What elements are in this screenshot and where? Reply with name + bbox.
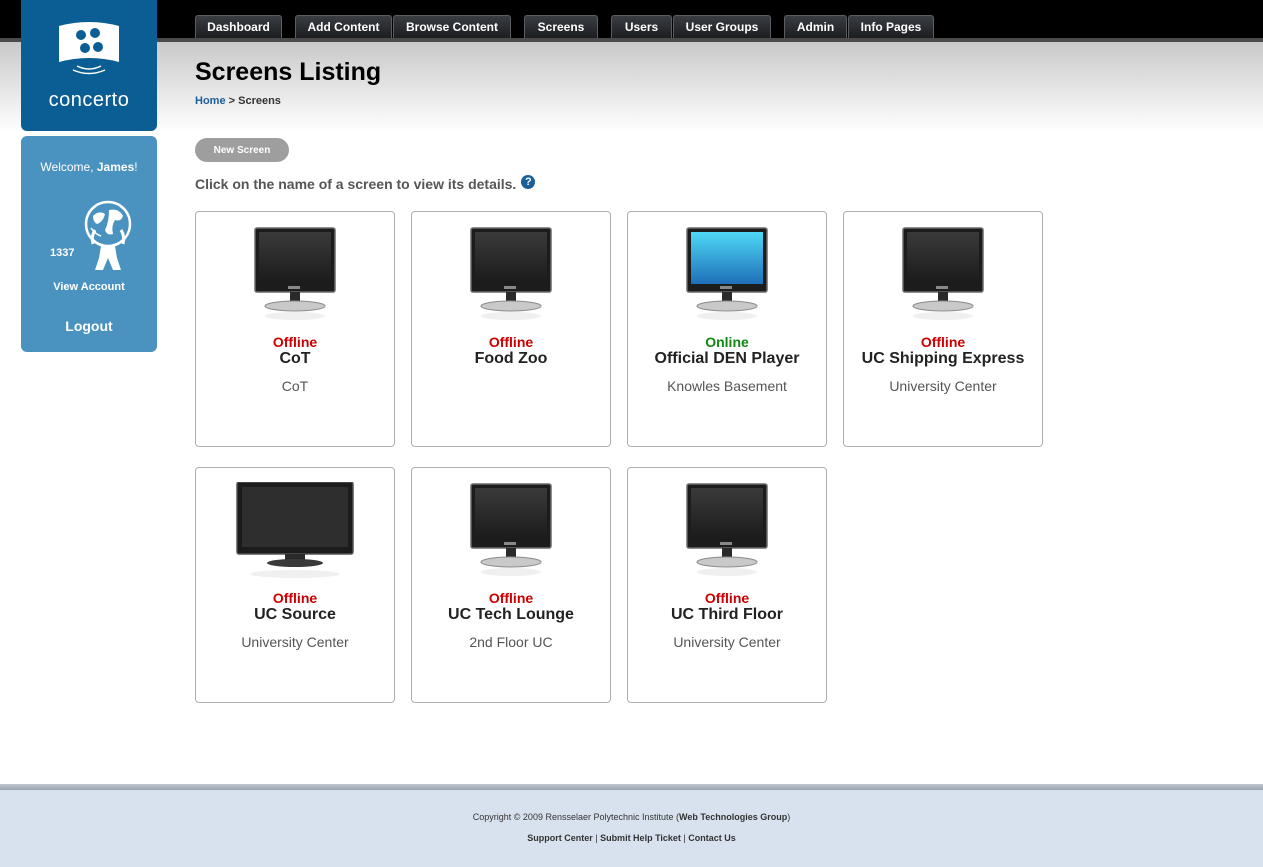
screen-card[interactable]: Offline UC Source University Center [195,467,395,703]
account-panel: Welcome, James! 1337 View Account Logout [21,136,157,352]
logo-text: concerto [48,89,130,111]
support-center-link[interactable]: Support Center [527,833,593,843]
tab-user-groups[interactable]: User Groups [673,15,771,38]
logout-link[interactable]: Logout [21,318,157,334]
copyright-suffix: ) [787,812,791,822]
new-screen-button[interactable]: New Screen [195,138,289,162]
screen-name[interactable]: UC Tech Lounge [412,606,610,624]
footer: Copyright © 2009 Rensselaer Polytechnic … [0,790,1263,867]
screen-name[interactable]: UC Shipping Express [844,350,1042,368]
screen-name[interactable]: CoT [196,350,394,368]
screen-location: Knowles Basement [667,378,787,394]
screen-card[interactable]: Offline UC Shipping Express University C… [843,211,1043,447]
atlas-globe-icon [81,200,135,279]
footer-separator: | [592,833,601,843]
screen-name[interactable]: Official DEN Player [628,350,826,368]
screen-status: Offline [272,590,318,606]
lcd-monitor-icon [628,482,826,582]
welcome-prefix: Welcome, [40,160,97,174]
view-account-link[interactable]: View Account [21,281,157,293]
contact-us-link[interactable]: Contact Us [688,833,736,843]
instructions-text: Click on the name of a screen to view it… [195,176,517,192]
copyright-prefix: Copyright © 2009 Rensselaer Polytechnic … [472,812,680,822]
widescreen-monitor-icon [196,482,394,582]
screen-status: Offline [272,334,318,350]
copyright: Copyright © 2009 Rensselaer Polytechnic … [0,812,1263,822]
welcome-message: Welcome, James! [21,160,157,174]
concerto-logo-icon [55,20,123,81]
breadcrumb: Home > Screens [195,95,281,107]
logo[interactable]: concerto [21,0,157,131]
breadcrumb-current: Screens [238,95,281,107]
tab-admin[interactable]: Admin [784,15,847,38]
screen-status: Offline [488,334,534,350]
help-icon[interactable]: ? [521,175,536,189]
screen-status: Offline [920,334,966,350]
screen-location: University Center [673,634,781,650]
tab-browse-content[interactable]: Browse Content [393,15,511,38]
tab-screens[interactable]: Screens [524,15,598,38]
instructions: Click on the name of a screen to view it… [195,175,536,192]
screen-name[interactable]: UC Source [196,606,394,624]
lcd-monitor-icon [628,226,826,326]
screen-location: University Center [241,634,349,650]
user-name: James [96,160,135,174]
screen-status: Offline [704,590,750,606]
tab-add-content[interactable]: Add Content [295,15,392,38]
screen-card[interactable]: Offline Food Zoo [411,211,611,447]
lcd-monitor-icon [844,226,1042,326]
screen-status: Offline [488,590,534,606]
screen-card[interactable]: Offline UC Tech Lounge 2nd Floor UC [411,467,611,703]
screen-location: 2nd Floor UC [469,634,553,650]
submit-help-ticket-link[interactable]: Submit Help Ticket [600,833,681,843]
screen-card[interactable]: Offline CoT CoT [195,211,395,447]
screen-location: CoT [281,378,309,394]
breadcrumb-separator: > [225,95,239,107]
tab-dashboard[interactable]: Dashboard [195,15,282,38]
screen-name[interactable]: Food Zoo [412,350,610,368]
lcd-monitor-icon [196,226,394,326]
tab-users[interactable]: Users [611,15,672,38]
lcd-monitor-icon [412,482,610,582]
screen-card[interactable]: Online Official DEN Player Knowles Basem… [627,211,827,447]
screen-status: Online [705,334,749,350]
screen-name[interactable]: UC Third Floor [628,606,826,624]
top-bar: Dashboard Add Content Browse Content Scr… [0,0,1263,38]
welcome-suffix: ! [134,160,138,174]
user-points: 1337 [50,247,75,259]
page-title: Screens Listing [195,58,382,86]
header-background [0,42,1263,132]
footer-links: Support Center | Submit Help Ticket | Co… [0,833,1263,843]
copyright-group[interactable]: Web Technologies Group [679,812,787,822]
screen-location: University Center [889,378,997,394]
lcd-monitor-icon [412,226,610,326]
breadcrumb-home-link[interactable]: Home [195,95,226,107]
screen-card[interactable]: Offline UC Third Floor University Center [627,467,827,703]
tab-info-pages[interactable]: Info Pages [848,15,934,38]
